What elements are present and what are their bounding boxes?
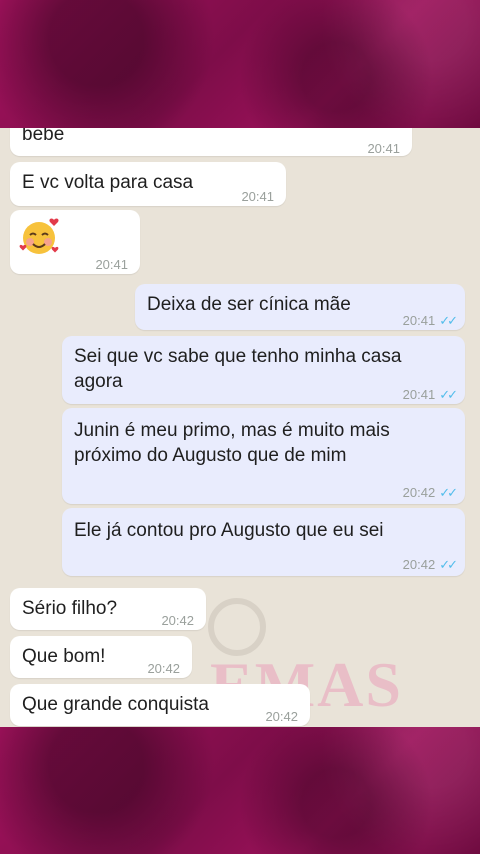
message-time-label: 20:41 — [402, 313, 436, 328]
message-text: Que bom! — [22, 646, 106, 667]
read-receipt-icon: ✓✓ — [439, 387, 458, 402]
message-outgoing[interactable]: Deixa de ser cínica mãe 20:41 ✓✓ — [135, 284, 465, 330]
message-text: bebe — [22, 128, 65, 145]
message-outgoing[interactable]: Ele já contou pro Augusto que eu sei 20:… — [62, 508, 465, 576]
message-text: Que grande conquista — [22, 694, 209, 715]
read-receipt-icon: ✓✓ — [439, 485, 458, 500]
message-time-label: 20:42 — [402, 485, 436, 500]
message-time: 20:42 — [147, 661, 180, 676]
chat-area[interactable]: EMAS bebe 20:41 E vc volta para casa 20:… — [0, 128, 480, 727]
message-incoming[interactable]: Sério filho? 20:42 — [10, 588, 206, 630]
message-incoming[interactable]: Que grande conquista 20:42 — [10, 684, 310, 726]
message-incoming[interactable]: E vc volta para casa 20:41 — [10, 162, 286, 206]
message-text: Ele já contou pro Augusto que eu sei — [74, 520, 384, 541]
message-time: 20:42 — [161, 613, 194, 628]
message-time: 20:41 — [241, 189, 274, 204]
message-line: Sei que vc sabe que tenho minha casa — [74, 346, 402, 367]
message-text: Junin é meu primo, mas é muito mais próx… — [74, 418, 390, 468]
message-time: 20:42 ✓✓ — [402, 552, 458, 577]
message-time: 20:42 ✓✓ — [402, 480, 458, 505]
watermark-circle — [208, 598, 266, 656]
message-time-label: 20:41 — [402, 387, 436, 402]
message-incoming[interactable]: bebe 20:41 — [10, 128, 412, 156]
message-text: Deixa de ser cínica mãe — [147, 294, 351, 315]
message-incoming[interactable]: 20:41 — [10, 210, 140, 274]
smiling-face-with-hearts-icon — [19, 218, 59, 254]
message-text: Sério filho? — [22, 598, 118, 619]
decorative-frame-top — [0, 0, 480, 128]
message-time: 20:41 ✓✓ — [402, 308, 458, 333]
message-time: 20:42 — [265, 709, 298, 724]
message-time: 20:41 — [367, 141, 400, 156]
read-receipt-icon: ✓✓ — [439, 313, 458, 328]
message-time: 20:41 — [95, 257, 128, 272]
message-line: agora — [74, 371, 123, 392]
message-outgoing[interactable]: Sei que vc sabe que tenho minha casa ago… — [62, 336, 465, 404]
decorative-frame-bottom — [0, 727, 480, 854]
message-text: Sei que vc sabe que tenho minha casa ago… — [74, 344, 401, 394]
read-receipt-icon: ✓✓ — [439, 557, 458, 572]
message-text: E vc volta para casa — [22, 172, 194, 193]
message-line: próximo do Augusto que de mim — [74, 445, 347, 466]
message-outgoing[interactable]: Junin é meu primo, mas é muito mais próx… — [62, 408, 465, 504]
message-time: 20:41 ✓✓ — [402, 382, 458, 407]
message-line: Junin é meu primo, mas é muito mais — [74, 420, 390, 441]
message-incoming[interactable]: Que bom! 20:42 — [10, 636, 192, 678]
message-time-label: 20:42 — [402, 557, 436, 572]
